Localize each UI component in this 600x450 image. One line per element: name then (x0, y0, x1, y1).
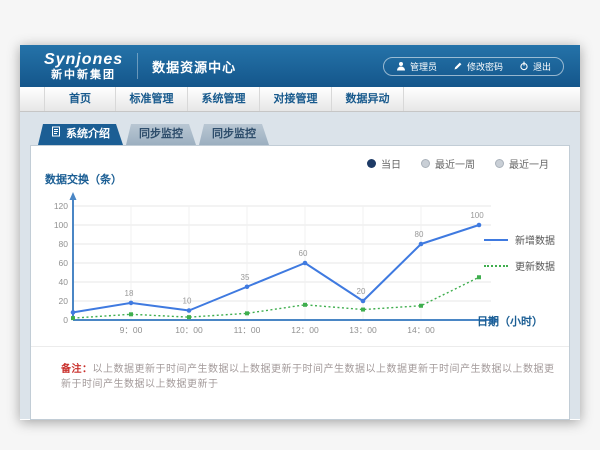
line-chart: 0 20 40 60 80 100 120 9：00 10：00 11：00 12：00 13：00 1… (41, 190, 511, 345)
legend-item-updated-data: 更新数据 (484, 258, 555, 273)
tab-label: 系统介绍 (66, 124, 110, 145)
radio-today-label: 当日 (381, 156, 401, 171)
header-divider (137, 53, 138, 79)
radio-today[interactable]: 当日 (367, 156, 401, 171)
note-text: 以上数据更新于时间产生数据以上数据更新于时间产生数据以上数据更新于时间产生数据以… (61, 364, 555, 390)
tab-sync-monitor-1[interactable]: 同步监控 (126, 124, 196, 145)
svg-text:13：00: 13：00 (349, 325, 377, 335)
chart-canvas: 0 20 40 60 80 100 120 9：00 10：00 11：00 12：00 13：00 1… (41, 190, 511, 345)
admin-user-label: 管理员 (410, 60, 437, 73)
radio-unselected-icon (495, 159, 504, 168)
solid-line-icon (484, 239, 508, 241)
document-icon (51, 124, 61, 145)
svg-text:9：00: 9：00 (120, 325, 143, 335)
company-logo: Synjones 新中新集团 (44, 52, 123, 81)
tab-label: 同步监控 (139, 128, 183, 140)
logout-label: 退出 (533, 60, 551, 73)
content-area: 系统介绍 同步监控 同步监控 当日 最近一周 (20, 112, 580, 419)
y-axis-title: 数据交换（条） (45, 171, 122, 187)
svg-text:80: 80 (59, 239, 69, 249)
radio-last-week[interactable]: 最近一周 (421, 156, 475, 171)
svg-text:0: 0 (63, 315, 68, 325)
legend-label: 新增数据 (515, 232, 555, 247)
user-actions-bar: 管理员 修改密码 退出 (383, 57, 564, 76)
header-bar: Synjones 新中新集团 数据资源中心 管理员 修改密码 退出 (20, 45, 580, 87)
svg-text:12：00: 12：00 (291, 325, 319, 335)
x-axis-title: 日期（小时） (477, 313, 543, 329)
svg-text:20: 20 (59, 296, 69, 306)
page-title: 数据资源中心 (152, 57, 236, 76)
nav-item-standard-mgmt[interactable]: 标准管理 (116, 87, 188, 111)
admin-user-button[interactable]: 管理员 (396, 60, 437, 73)
nav-item-data-change[interactable]: 数据异动 (332, 87, 404, 111)
radio-last-week-label: 最近一周 (435, 156, 475, 171)
logo-text: Synjones (44, 52, 123, 68)
tab-sync-monitor-2[interactable]: 同步监控 (199, 124, 269, 145)
chart-panel: 当日 最近一周 最近一月 数据交换（条） 0 20 40 60 80 100 120 9：00… (30, 145, 570, 420)
app-window: Synjones 新中新集团 数据资源中心 管理员 修改密码 退出 首页 标准管… (20, 45, 580, 420)
change-password-label: 修改密码 (467, 60, 503, 73)
edit-icon (453, 61, 463, 71)
dotted-line-icon (484, 265, 508, 267)
svg-text:100: 100 (54, 220, 68, 230)
nav-item-connection-mgmt[interactable]: 对接管理 (260, 87, 332, 111)
tab-system-intro[interactable]: 系统介绍 (38, 124, 123, 145)
nav-item-system-mgmt[interactable]: 系统管理 (188, 87, 260, 111)
svg-text:10: 10 (183, 297, 192, 306)
svg-text:14：00: 14：00 (407, 325, 435, 335)
footer-note: 备注：以上数据更新于时间产生数据以上数据更新于时间产生数据以上数据更新于时间产生… (31, 346, 569, 390)
logo-subtitle: 新中新集团 (44, 70, 123, 81)
note-label: 备注： (61, 364, 93, 375)
svg-text:10：00: 10：00 (175, 325, 203, 335)
radio-selected-icon (367, 159, 376, 168)
svg-text:60: 60 (59, 258, 69, 268)
radio-last-month[interactable]: 最近一月 (495, 156, 549, 171)
svg-text:120: 120 (54, 201, 68, 211)
svg-text:18: 18 (125, 289, 134, 298)
legend-label: 更新数据 (515, 258, 555, 273)
svg-text:60: 60 (299, 249, 308, 258)
nav-item-home[interactable]: 首页 (44, 87, 116, 111)
chart-legend: 新增数据 更新数据 (484, 232, 555, 284)
time-range-filter: 当日 最近一周 最近一月 (367, 156, 549, 171)
change-password-button[interactable]: 修改密码 (453, 60, 503, 73)
svg-text:80: 80 (415, 230, 424, 239)
radio-last-month-label: 最近一月 (509, 156, 549, 171)
user-icon (396, 61, 406, 71)
main-nav: 首页 标准管理 系统管理 对接管理 数据异动 (20, 87, 580, 112)
svg-text:20: 20 (357, 287, 366, 296)
tab-label: 同步监控 (212, 128, 256, 140)
svg-text:100: 100 (470, 211, 484, 220)
radio-unselected-icon (421, 159, 430, 168)
svg-text:11：00: 11：00 (234, 325, 261, 335)
svg-text:35: 35 (241, 273, 250, 282)
logout-icon (519, 61, 529, 71)
tab-bar: 系统介绍 同步监控 同步监控 (30, 124, 570, 145)
svg-text:40: 40 (59, 277, 69, 287)
legend-item-new-data: 新增数据 (484, 232, 555, 247)
logout-button[interactable]: 退出 (519, 60, 551, 73)
